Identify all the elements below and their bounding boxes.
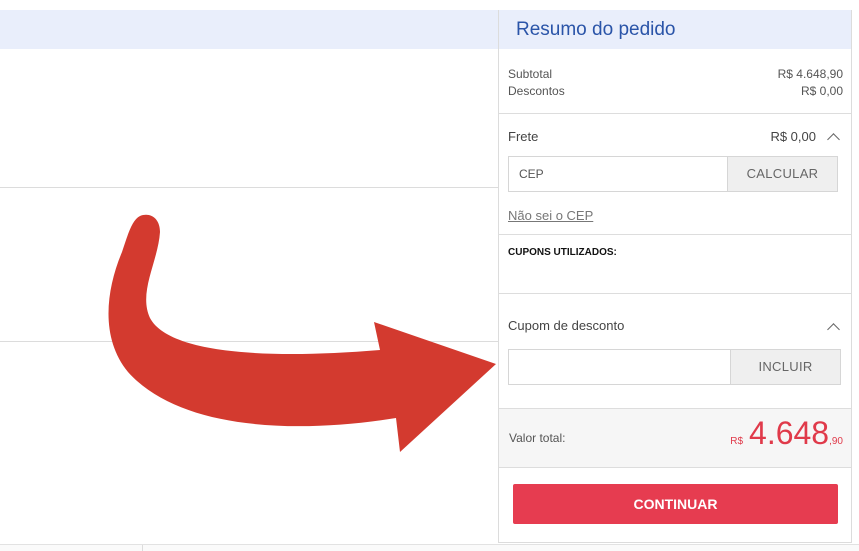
checkout-page: Resumo do pedido Subtotal R$ 4.648,90 De… bbox=[0, 0, 859, 551]
curved-arrow-annotation bbox=[108, 214, 496, 452]
arrow-shape bbox=[108, 214, 496, 452]
